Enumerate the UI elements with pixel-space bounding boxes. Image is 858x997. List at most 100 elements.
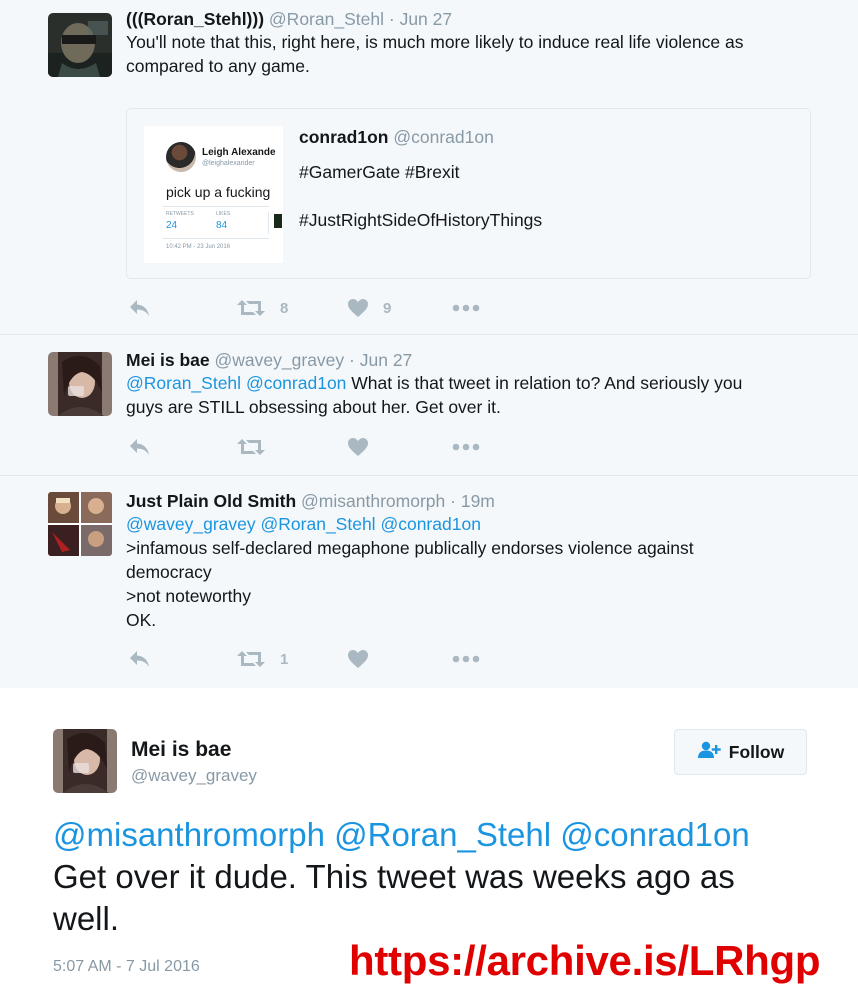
reply-icon (128, 437, 152, 457)
text-line: OK. (126, 608, 818, 632)
like-count: 9 (383, 299, 392, 317)
mention-link[interactable]: @Roran_Stehl (334, 816, 551, 853)
retweet-icon (236, 437, 266, 457)
image-divider (162, 206, 269, 207)
tweet-timestamp[interactable]: 19m (461, 491, 495, 511)
reply-icon (128, 298, 152, 318)
tweet[interactable]: Mei is bae @wavey_gravey · Jun 27 @Roran… (0, 335, 858, 476)
like-button[interactable] (347, 647, 383, 671)
reply-button[interactable] (128, 435, 152, 459)
mention-link[interactable]: @wavey_gravey (126, 514, 256, 534)
tweet[interactable]: (((Roran_Stehl))) @Roran_Stehl · Jun 27 … (0, 0, 858, 335)
text-segment: Get over it dude. This tweet was weeks a… (53, 858, 735, 895)
separator: · (450, 491, 456, 511)
text-segment (551, 816, 560, 853)
tweet-author-name[interactable]: Mei is bae (126, 350, 210, 370)
reply-button[interactable] (128, 647, 152, 671)
like-button[interactable] (347, 435, 383, 459)
mention-link[interactable]: @Roran_Stehl (126, 373, 241, 393)
avatar[interactable] (48, 13, 112, 77)
heart-icon (347, 437, 369, 457)
mention-link[interactable]: @Roran_Stehl (261, 514, 376, 534)
text-segment: You'll note that this, right here, is mu… (126, 32, 744, 52)
archive-url-watermark: https://archive.is/LRhgp (343, 936, 827, 986)
text-segment: >not noteworthy (126, 586, 252, 606)
quoted-tweet-hashtags: #GamerGate #Brexit (299, 162, 460, 182)
tweet-text: @wavey_gravey @Roran_Stehl @conrad1on >in… (126, 512, 818, 632)
retweet-button[interactable]: 1 (236, 647, 288, 671)
reply-button[interactable] (128, 296, 152, 320)
image-divider (162, 238, 269, 239)
permalink-timestamp[interactable]: 5:07 AM - 7 Jul 2016 (53, 958, 200, 976)
mention-link[interactable]: @conrad1on (380, 514, 480, 534)
text-line: guys are STILL obsessing about her. Get … (126, 395, 818, 419)
permalink-tweet-text: @misanthromorph @Roran_Stehl @conrad1on G… (53, 814, 750, 940)
image-thumbnail (274, 214, 282, 228)
text-line: Get over it dude. This tweet was weeks a… (53, 856, 750, 898)
text-line: @Roran_Stehl @conrad1on What is that twe… (126, 371, 818, 395)
quoted-tweet-hashtag: #JustRightSideOfHistoryThings (299, 210, 543, 230)
permalink-author-name[interactable]: Mei is bae (131, 738, 231, 762)
retweet-count: 8 (280, 299, 289, 317)
mention-link[interactable]: @conrad1on (560, 816, 749, 853)
text-line: >not noteworthy (126, 584, 818, 608)
add-user-icon (697, 741, 721, 764)
image-author-name: Leigh Alexande (202, 147, 276, 158)
tweet-header: Just Plain Old Smith @misanthromorph · 1… (126, 490, 818, 512)
retweet-button[interactable]: 8 (236, 296, 288, 320)
tweet-author-name[interactable]: Just Plain Old Smith (126, 491, 296, 511)
image-divider (268, 212, 269, 234)
image-avatar (166, 142, 196, 172)
image-date: 10:42 PM - 23 Jun 2016 (166, 244, 231, 250)
more-button[interactable] (452, 647, 480, 671)
retweet-button[interactable] (236, 435, 280, 459)
more-icon (452, 443, 480, 451)
tweet-actions (128, 435, 488, 459)
text-segment: well. (53, 900, 120, 937)
tweet-author-name[interactable]: (((Roran_Stehl))) (126, 9, 264, 29)
follow-button[interactable]: Follow (674, 729, 807, 775)
image-likes-count: 84 (216, 220, 228, 231)
text-line: @misanthromorph @Roran_Stehl @conrad1on (53, 814, 750, 856)
reply-icon (128, 649, 152, 669)
tweet-timestamp[interactable]: Jun 27 (360, 350, 413, 370)
text-segment: What is that tweet in relation to? And s… (346, 373, 743, 393)
mention-link[interactable]: @misanthromorph (53, 816, 325, 853)
tweet-author-handle[interactable]: @misanthromorph (301, 491, 445, 511)
text-segment: compared to any game. (126, 56, 310, 76)
text-line: well. (53, 898, 750, 940)
image-retweets-label: RETWEETS (166, 211, 194, 217)
heart-icon (347, 649, 369, 669)
quoted-tweet-header: conrad1on @conrad1on (299, 126, 794, 148)
retweet-count: 1 (280, 650, 289, 668)
mention-link[interactable]: @conrad1on (246, 373, 346, 393)
tweet-text: @Roran_Stehl @conrad1on What is that twe… (126, 371, 818, 419)
avatar[interactable] (48, 352, 112, 416)
tweet-author-handle[interactable]: @wavey_gravey (215, 350, 345, 370)
quoted-author-handle[interactable]: @conrad1on (393, 127, 493, 147)
tweet-actions: 8 9 (128, 296, 488, 320)
more-button[interactable] (452, 435, 480, 459)
quoted-tweet-image[interactable]: Leigh Alexande @leighalexander pick up a… (144, 126, 283, 263)
tweet-actions: 1 (128, 647, 488, 671)
more-icon (452, 304, 480, 312)
tweet[interactable]: Just Plain Old Smith @misanthromorph · 1… (0, 476, 858, 688)
like-button[interactable]: 9 (347, 296, 391, 320)
avatar[interactable] (48, 492, 112, 556)
follow-label: Follow (728, 741, 785, 762)
permalink-author-handle[interactable]: @wavey_gravey (131, 766, 257, 786)
tweet-header: Mei is bae @wavey_gravey · Jun 27 (126, 349, 818, 371)
tweet-author-handle[interactable]: @Roran_Stehl (269, 9, 384, 29)
text-line: You'll note that this, right here, is mu… (126, 30, 818, 54)
tweet-timestamp[interactable]: Jun 27 (400, 9, 453, 29)
text-segment: >infamous self-declared megaphone public… (126, 538, 694, 558)
more-button[interactable] (452, 296, 480, 320)
tweet-text: You'll note that this, right here, is mu… (126, 30, 818, 78)
avatar[interactable] (53, 729, 117, 793)
quoted-tweet[interactable]: Leigh Alexande @leighalexander pick up a… (126, 108, 811, 279)
text-line: >infamous self-declared megaphone public… (126, 536, 818, 560)
image-tweet-text: pick up a fucking (166, 184, 271, 200)
quoted-author-name[interactable]: conrad1on (299, 127, 388, 147)
text-segment: OK. (126, 610, 157, 630)
image-author-handle: @leighalexander (202, 160, 255, 167)
